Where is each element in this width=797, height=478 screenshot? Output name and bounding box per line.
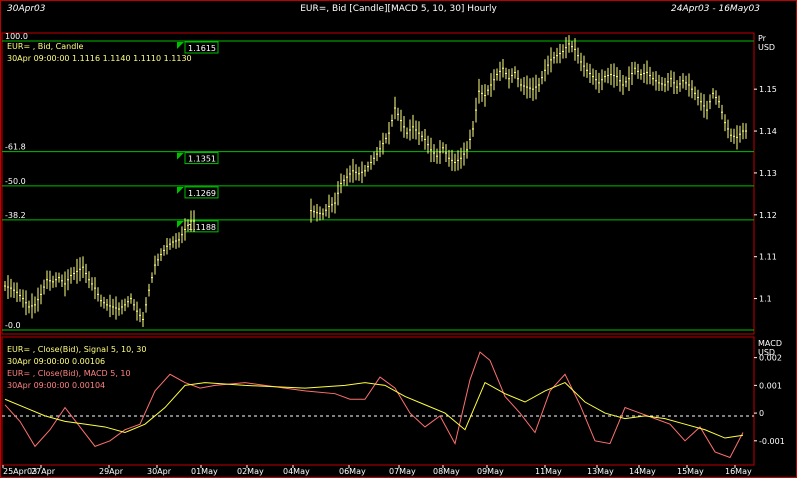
time-tick-label: 15May <box>677 467 704 476</box>
signal-legend-values: 30Apr 09:00:00 0.00106 <box>7 357 105 366</box>
time-tick-label: 13May <box>587 467 614 476</box>
fib-level-label: -0.0 <box>5 321 21 330</box>
macd-tick-label: 0.001 <box>759 381 782 390</box>
price-tick-label: 1.14 <box>759 127 777 136</box>
time-tick-label: 06May <box>339 467 366 476</box>
fib-price-tag: 1.1269 <box>188 189 216 198</box>
price-axis: 1.15 1.14 1.13 1.12 1.11 1.1 <box>754 85 777 304</box>
price-unit-label: Pr <box>758 34 767 43</box>
signal-legend-title: EUR= , Close(Bid), Signal 5, 10, 30 <box>7 345 146 354</box>
macd-series <box>4 351 744 459</box>
price-tick-label: 1.1 <box>759 295 772 304</box>
macd-panel-frame <box>1 336 755 466</box>
macd-currency-label: USD <box>758 348 775 357</box>
time-tick-label: 08May <box>433 467 460 476</box>
macd-legend-values: 30Apr 09:00:00 0.00104 <box>7 381 105 390</box>
fib-anchor-icon[interactable] <box>177 186 184 194</box>
time-tick-label: 02May <box>237 467 264 476</box>
time-tick-label: 11May <box>535 467 562 476</box>
fib-level-label: -38.2 <box>5 211 26 220</box>
time-tick-label: 29Apr <box>99 467 124 476</box>
price-tick-label: 1.15 <box>759 85 777 94</box>
time-axis: 25Apr0327Apr 29Apr 30Apr 01May 02May 04May 06M… <box>2 465 752 476</box>
time-tick-label: 27Apr <box>31 467 56 476</box>
time-tick-label: 04May <box>283 467 310 476</box>
time-tick-label: 01May <box>191 467 218 476</box>
macd-legend-title: EUR= , Close(Bid), MACD 5, 10 <box>7 369 131 378</box>
macd-tick-label: -0.001 <box>759 437 785 446</box>
price-series <box>4 35 747 328</box>
price-tick-label: 1.13 <box>759 169 777 178</box>
fib-level-label: 100.0 <box>5 32 28 41</box>
price-currency-label: USD <box>758 43 775 52</box>
chart-canvas[interactable]: 100.0 1.1615 -61.8 1.1351 -50.0 1.1269 -38.2 1.… <box>1 1 796 477</box>
time-tick-label: 14May <box>629 467 656 476</box>
price-legend-title: EUR= , Bid, Candle <box>7 42 84 51</box>
macd-unit-label: MACD <box>758 339 782 348</box>
fib-level-label: -50.0 <box>5 177 26 186</box>
time-tick-label: 09May <box>477 467 504 476</box>
fib-anchor-icon[interactable] <box>177 152 184 160</box>
fib-anchor-icon[interactable] <box>177 220 184 228</box>
time-tick-label: 16May <box>725 467 752 476</box>
time-tick-label: 30Apr <box>147 467 172 476</box>
macd-tick-label: 0 <box>759 409 764 418</box>
fib-price-tag: 1.1615 <box>188 44 216 53</box>
fib-price-tag: 1.1188 <box>188 223 216 232</box>
chart-window: 30Apr03 EUR=, Bid [Candle][MACD 5, 10, 3… <box>0 0 797 478</box>
fib-level-label: -61.8 <box>5 143 26 152</box>
macd-axis: 0.0020.0010-0.001 <box>754 354 785 446</box>
fib-price-tag: 1.1351 <box>188 155 216 164</box>
time-tick-label: 07May <box>389 467 416 476</box>
fib-anchor-icon[interactable] <box>177 42 184 49</box>
price-tick-label: 1.12 <box>759 211 777 220</box>
price-tick-label: 1.11 <box>759 253 777 262</box>
price-legend-values: 30Apr 09:00:00 1.1116 1.1140 1.1110 1.11… <box>7 54 192 63</box>
